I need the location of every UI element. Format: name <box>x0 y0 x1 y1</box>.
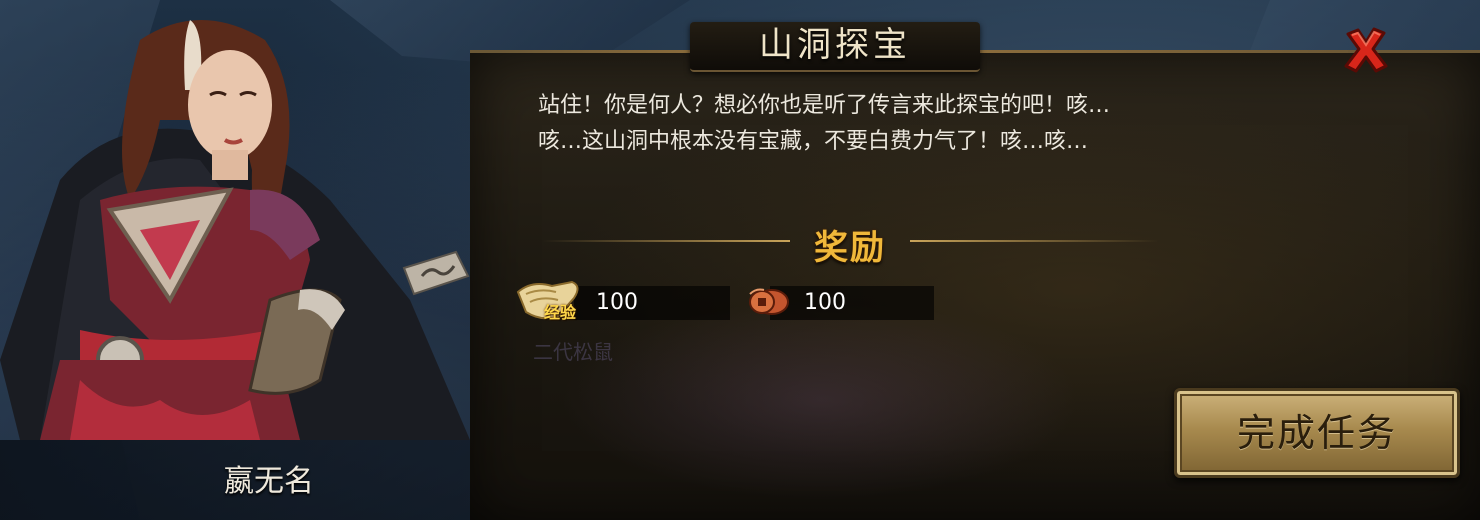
dialog-line: 咳…这山洞中根本没有宝藏，不要白费力气了！咳…咳… <box>538 129 1089 154</box>
exp-reward-slot: 100 <box>574 286 730 320</box>
background-label: 二代松鼠 <box>533 340 613 364</box>
close-x-icon <box>1344 27 1388 73</box>
title-divider-right <box>978 50 1348 53</box>
coin-reward-value: 100 <box>804 290 846 315</box>
coin-reward-slot: 100 <box>770 286 934 320</box>
close-button[interactable] <box>1340 24 1392 76</box>
coin-string-icon <box>749 288 789 315</box>
exp-reward-value: 100 <box>596 290 638 315</box>
npc-dialog-text: 站住！你是何人？想必你也是听了传言来此探宝的吧！咳… 咳…这山洞中根本没有宝藏，… <box>538 88 1238 160</box>
npc-name: 嬴无名 <box>224 464 314 499</box>
exp-label: 经验 <box>544 303 577 322</box>
ornament-icon <box>402 250 470 296</box>
dialog-line: 站住！你是何人？想必你也是听了传言来此探宝的吧！咳… <box>538 93 1111 118</box>
reward-divider-left <box>542 240 790 242</box>
rewards-title: 奖励 <box>814 228 886 268</box>
background-glow <box>560 300 1080 500</box>
complete-quest-label: 完成任务 <box>1236 411 1397 455</box>
title-divider-left <box>500 50 692 53</box>
window-title: 山洞探宝 <box>759 25 911 65</box>
reward-divider-right <box>910 240 1158 242</box>
npc-portrait <box>0 20 470 440</box>
game-scene: 山洞探宝 站住！你是何人？想必你也是听了传言来此探宝的吧！咳… 咳…这山洞中根本… <box>0 0 1480 520</box>
complete-quest-button[interactable]: 完成任务 <box>1174 388 1460 478</box>
